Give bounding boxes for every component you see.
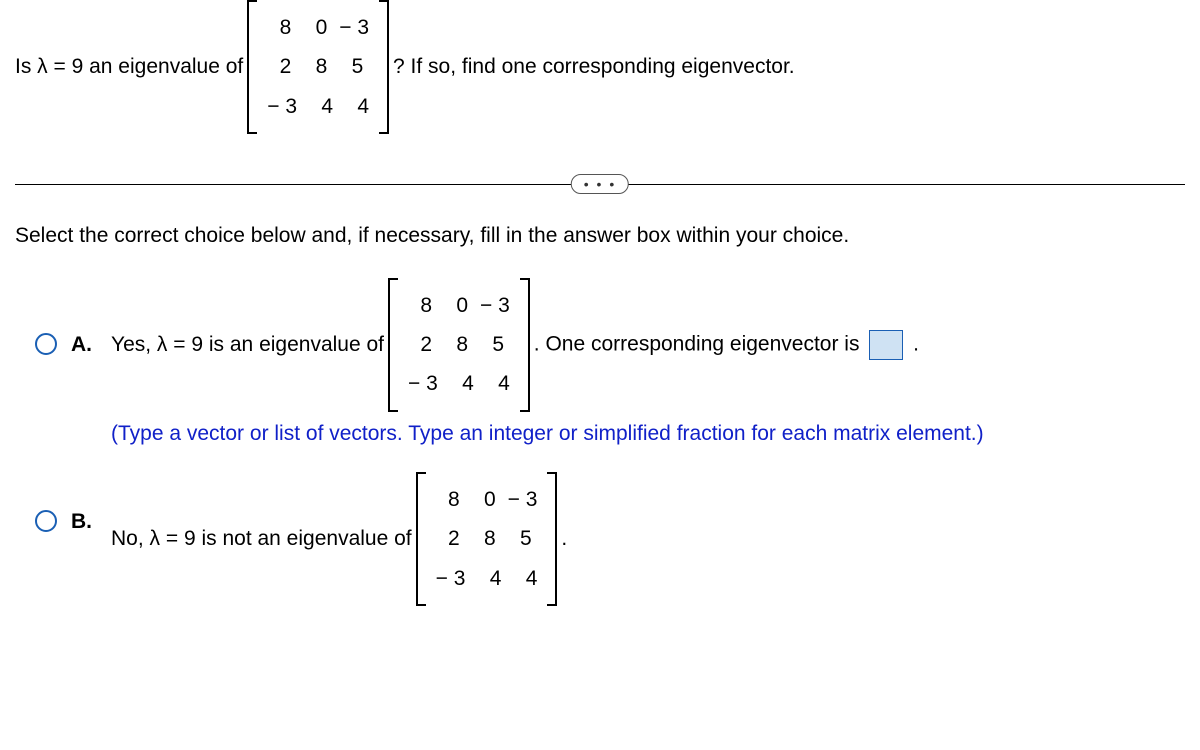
matrix-cell: 2: [267, 53, 291, 80]
matrix-cell: 8: [408, 292, 432, 319]
bracket-left: [416, 472, 426, 606]
choice-b: B. No, λ = 9 is not an eigenvalue of 8 0…: [35, 472, 1185, 606]
matrix-cell: 5: [480, 331, 504, 358]
matrix-cell: − 3: [408, 370, 438, 397]
matrix-cell: − 3: [436, 565, 466, 592]
matrix-cell: 4: [309, 93, 333, 120]
matrix-body: 8 0 − 3 2 8 5 − 3 4 4: [257, 0, 379, 134]
bracket-left: [247, 0, 257, 134]
bracket-right: [547, 472, 557, 606]
choice-a-label: A.: [71, 333, 97, 357]
matrix-cell: 8: [472, 525, 496, 552]
choice-a-matrix: 8 0 − 3 2 8 5 − 3 4: [388, 278, 530, 412]
choice-a-after1: . One corresponding eigenvector is: [534, 332, 860, 355]
question-matrix: 8 0 − 3 2 8 5 − 3 4 4: [247, 0, 389, 134]
instruction-text: Select the correct choice below and, if …: [15, 224, 1185, 248]
matrix-cell: 0: [472, 486, 496, 513]
matrix-cell: 0: [303, 14, 327, 41]
question-suffix: ? If so, find one corresponding eigenvec…: [393, 55, 795, 79]
choice-a-before: Yes, λ = 9 is an eigenvalue of: [111, 333, 384, 357]
choice-b-matrix: 8 0 − 3 2 8 5 − 3 4: [416, 472, 558, 606]
question-row: Is λ = 9 an eigenvalue of 8 0 − 3 2 8 5 …: [15, 0, 1185, 134]
question-prefix: Is λ = 9 an eigenvalue of: [15, 55, 243, 79]
choice-a-period: .: [913, 332, 919, 355]
bracket-left: [388, 278, 398, 412]
matrix-cell: 5: [339, 53, 363, 80]
matrix-cell: 8: [444, 331, 468, 358]
matrix-cell: 4: [477, 565, 501, 592]
matrix-cell: 8: [267, 14, 291, 41]
matrix-cell: 4: [450, 370, 474, 397]
radio-b[interactable]: [35, 510, 57, 532]
matrix-cell: 8: [436, 486, 460, 513]
matrix-cell: − 3: [267, 93, 297, 120]
matrix-cell: 2: [408, 331, 432, 358]
choice-b-period: .: [561, 527, 567, 551]
radio-a[interactable]: [35, 333, 57, 355]
choice-b-before: No, λ = 9 is not an eigenvalue of: [111, 527, 412, 551]
choice-a-hint: (Type a vector or list of vectors. Type …: [111, 420, 1185, 447]
matrix-cell: − 3: [339, 14, 369, 41]
matrix-cell: − 3: [480, 292, 510, 319]
matrix-cell: − 3: [508, 486, 538, 513]
more-dots-icon[interactable]: • • •: [571, 174, 629, 194]
answer-input[interactable]: [869, 330, 903, 360]
choices: A. Yes, λ = 9 is an eigenvalue of 8 0 − …: [15, 278, 1185, 606]
matrix-cell: 8: [303, 53, 327, 80]
divider: • • •: [15, 174, 1185, 194]
matrix-cell: 4: [345, 93, 369, 120]
matrix-cell: 2: [436, 525, 460, 552]
matrix-cell: 5: [508, 525, 532, 552]
bracket-right: [379, 0, 389, 134]
matrix-cell: 4: [513, 565, 537, 592]
bracket-right: [520, 278, 530, 412]
matrix-cell: 4: [486, 370, 510, 397]
choice-a: A. Yes, λ = 9 is an eigenvalue of 8 0 − …: [35, 278, 1185, 447]
choice-b-label: B.: [71, 510, 97, 534]
matrix-cell: 0: [444, 292, 468, 319]
